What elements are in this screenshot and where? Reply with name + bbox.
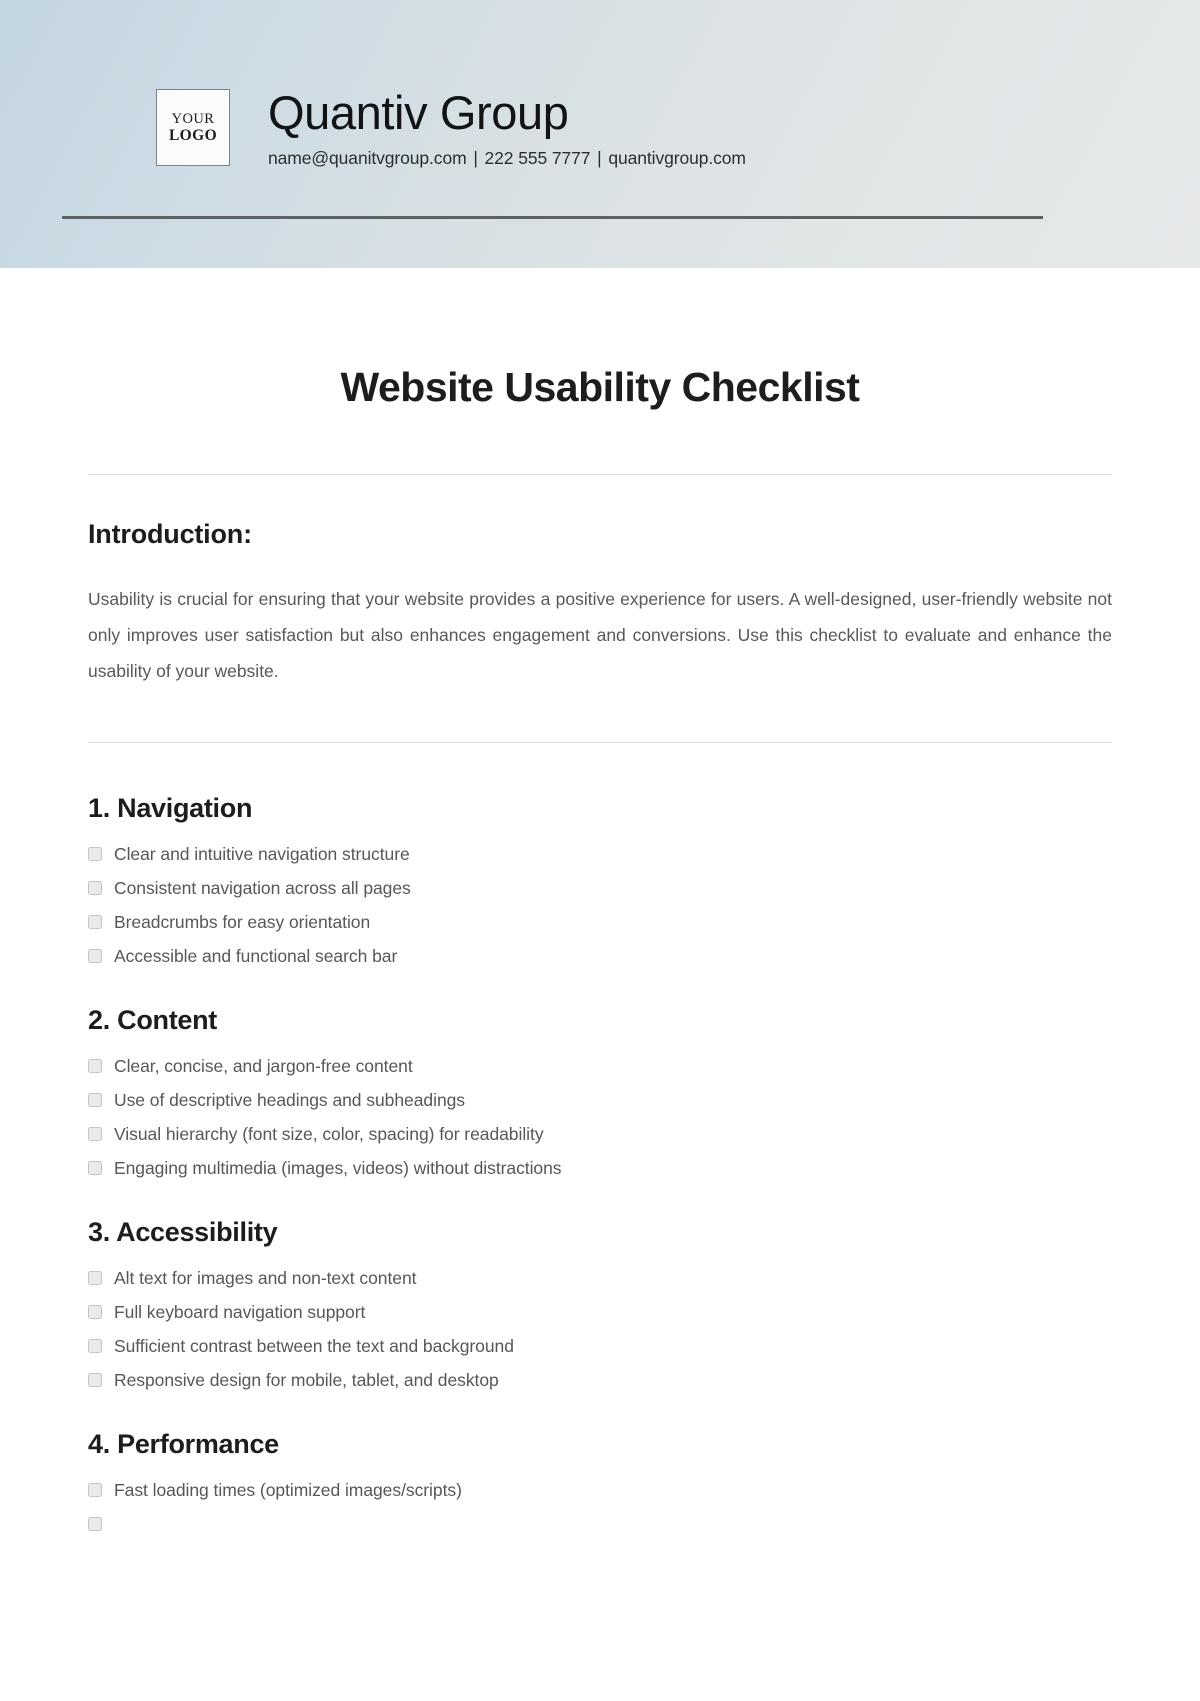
- checklist-item-label: Engaging multimedia (images, videos) wit…: [114, 1158, 562, 1178]
- section-heading: 1. Navigation: [88, 793, 253, 823]
- section-heading: 2. Content: [88, 1005, 217, 1035]
- logo-line-2: LOGO: [168, 126, 218, 144]
- checklist-item[interactable]: Accessible and functional search bar: [88, 945, 1112, 967]
- contact-line: name@quanitvgroup.com | 222 555 7777 | q…: [268, 148, 746, 169]
- checkbox-icon[interactable]: [88, 881, 102, 895]
- contact-separator-1: |: [473, 147, 478, 168]
- checklist-item-label: Use of descriptive headings and subheadi…: [114, 1090, 466, 1110]
- title-divider: [88, 474, 1112, 475]
- checklist-section-content: 2. Content Clear, concise, and jargon-fr…: [88, 1005, 1112, 1179]
- section-heading: 4. Performance: [88, 1429, 279, 1459]
- checkbox-icon[interactable]: [88, 1373, 102, 1387]
- checklist-item-label: Clear and intuitive navigation structure: [114, 844, 410, 864]
- checkbox-icon[interactable]: [88, 1127, 102, 1141]
- checklist-item[interactable]: Full keyboard navigation support: [88, 1301, 1112, 1323]
- checkbox-icon[interactable]: [88, 1339, 102, 1353]
- checklist-item-label: Full keyboard navigation support: [114, 1302, 366, 1322]
- checkbox-icon[interactable]: [88, 1517, 102, 1531]
- checkbox-icon[interactable]: [88, 1093, 102, 1107]
- letterhead-divider: [62, 216, 1043, 219]
- checkbox-icon[interactable]: [88, 1305, 102, 1319]
- checkbox-icon[interactable]: [88, 1271, 102, 1285]
- checklist-item-label: Accessible and functional search bar: [114, 946, 398, 966]
- section-heading: 3. Accessibility: [88, 1217, 278, 1247]
- checklist-item[interactable]: Clear and intuitive navigation structure: [88, 843, 1112, 865]
- contact-separator-2: |: [597, 147, 602, 168]
- logo-placeholder: YOUR LOGO: [156, 89, 230, 166]
- checklist-item-partial[interactable]: [88, 1513, 1112, 1535]
- checklist-item-label: Consistent navigation across all pages: [114, 878, 411, 898]
- checklist-item[interactable]: Alt text for images and non-text content: [88, 1267, 1112, 1289]
- letterhead-content: YOUR LOGO Quantiv Group name@quanitvgrou…: [156, 86, 746, 169]
- checklist-item[interactable]: Breadcrumbs for easy orientation: [88, 911, 1112, 933]
- checklist-item[interactable]: Use of descriptive headings and subheadi…: [88, 1089, 1112, 1111]
- contact-phone: 222 555 7777: [484, 147, 591, 168]
- document-body: Website Usability Checklist Introduction…: [0, 364, 1200, 1535]
- introduction-paragraph: Usability is crucial for ensuring that y…: [88, 589, 1112, 681]
- checklist-item[interactable]: Visual hierarchy (font size, color, spac…: [88, 1123, 1112, 1145]
- checklist-item-label: Visual hierarchy (font size, color, spac…: [114, 1124, 544, 1144]
- letterhead-header: YOUR LOGO Quantiv Group name@quanitvgrou…: [0, 0, 1200, 268]
- checklist-item[interactable]: Clear, concise, and jargon-free content: [88, 1055, 1112, 1077]
- checklist-item[interactable]: Sufficient contrast between the text and…: [88, 1335, 1112, 1357]
- checklist-item[interactable]: Fast loading times (optimized images/scr…: [88, 1479, 1112, 1501]
- checklist-section-accessibility: 3. Accessibility Alt text for images and…: [88, 1217, 1112, 1391]
- introduction-heading: Introduction:: [88, 519, 252, 549]
- checklist-item-label: Sufficient contrast between the text and…: [114, 1336, 514, 1356]
- checklist-item[interactable]: Responsive design for mobile, tablet, an…: [88, 1369, 1112, 1391]
- checkbox-icon[interactable]: [88, 1483, 102, 1497]
- checklist-item[interactable]: Consistent navigation across all pages: [88, 877, 1112, 899]
- introduction-divider: [88, 742, 1112, 743]
- checkbox-icon[interactable]: [88, 915, 102, 929]
- checkbox-icon[interactable]: [88, 1161, 102, 1175]
- checklist-item-label: Breadcrumbs for easy orientation: [114, 912, 371, 932]
- logo-line-1: YOUR: [171, 110, 215, 127]
- checklist-item-label: Responsive design for mobile, tablet, an…: [114, 1370, 499, 1390]
- checkbox-icon[interactable]: [88, 1059, 102, 1073]
- checklist-container: 1. Navigation Clear and intuitive naviga…: [88, 793, 1112, 1535]
- brand-block: Quantiv Group name@quanitvgroup.com | 22…: [268, 86, 746, 169]
- contact-website: quantivgroup.com: [608, 147, 746, 168]
- checkbox-icon[interactable]: [88, 847, 102, 861]
- page-title: Website Usability Checklist: [340, 364, 860, 410]
- checklist-item-label: Alt text for images and non-text content: [114, 1268, 417, 1288]
- checklist-section-performance: 4. Performance Fast loading times (optim…: [88, 1429, 1112, 1535]
- checklist-item-label: Clear, concise, and jargon-free content: [114, 1056, 413, 1076]
- checkbox-icon[interactable]: [88, 949, 102, 963]
- checklist-item[interactable]: Engaging multimedia (images, videos) wit…: [88, 1157, 1112, 1179]
- company-name: Quantiv Group: [268, 86, 569, 139]
- checklist-section-navigation: 1. Navigation Clear and intuitive naviga…: [88, 793, 1112, 967]
- contact-email: name@quanitvgroup.com: [268, 147, 467, 168]
- checklist-item-label: Fast loading times (optimized images/scr…: [114, 1480, 462, 1500]
